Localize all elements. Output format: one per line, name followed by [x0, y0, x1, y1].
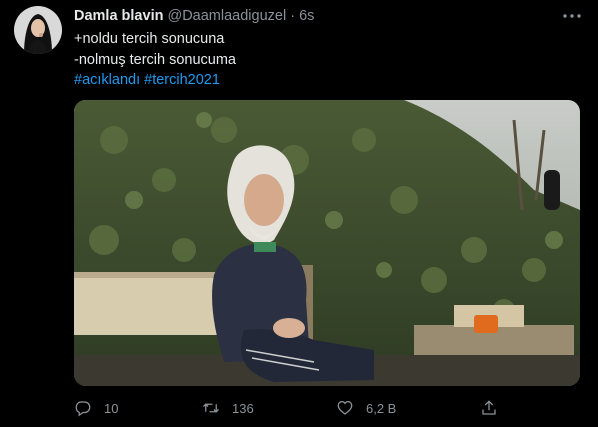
tweet-actions: 10 136 6,2 B [74, 398, 580, 418]
author-name[interactable]: Damla blavin [74, 8, 163, 24]
reply-count: 10 [104, 400, 119, 416]
hashtag-aciklandi[interactable]: #acıklandı [74, 72, 140, 88]
like-button[interactable]: 6,2 B [336, 398, 396, 418]
retweet-icon [203, 403, 219, 413]
more-icon[interactable] [560, 7, 584, 25]
tweet-time[interactable]: 6s [299, 8, 314, 24]
author-handle[interactable]: @Daamlaadiguzel [167, 8, 286, 24]
avatar[interactable] [14, 6, 62, 54]
separator-dot: · [290, 8, 296, 24]
photo-man-on-bench [74, 100, 580, 386]
retweet-button[interactable]: 136 [202, 398, 254, 418]
retweet-count: 136 [232, 400, 254, 416]
tweet-text-line-2: -nolmuş tercih sonucuma [74, 52, 236, 68]
reply-button[interactable]: 10 [74, 398, 118, 418]
reply-icon [75, 401, 91, 417]
like-count: 6,2 B [366, 400, 397, 416]
tweet[interactable]: Damla blavin @Daamlaadiguzel · 6s +noldu… [0, 0, 598, 427]
tweet-header: Damla blavin @Daamlaadiguzel · 6s [74, 8, 314, 24]
avatar-image [14, 6, 62, 54]
tweet-hashtags: #acıklandı #tercih2021 [74, 72, 220, 88]
heart-icon [337, 400, 353, 415]
share-icon [482, 400, 496, 415]
tweet-photo[interactable] [74, 100, 580, 386]
tweet-text-line-1: +noldu tercih sonucuna [74, 31, 225, 47]
share-button[interactable] [480, 398, 498, 418]
hashtag-tercih2021[interactable]: #tercih2021 [144, 72, 220, 88]
